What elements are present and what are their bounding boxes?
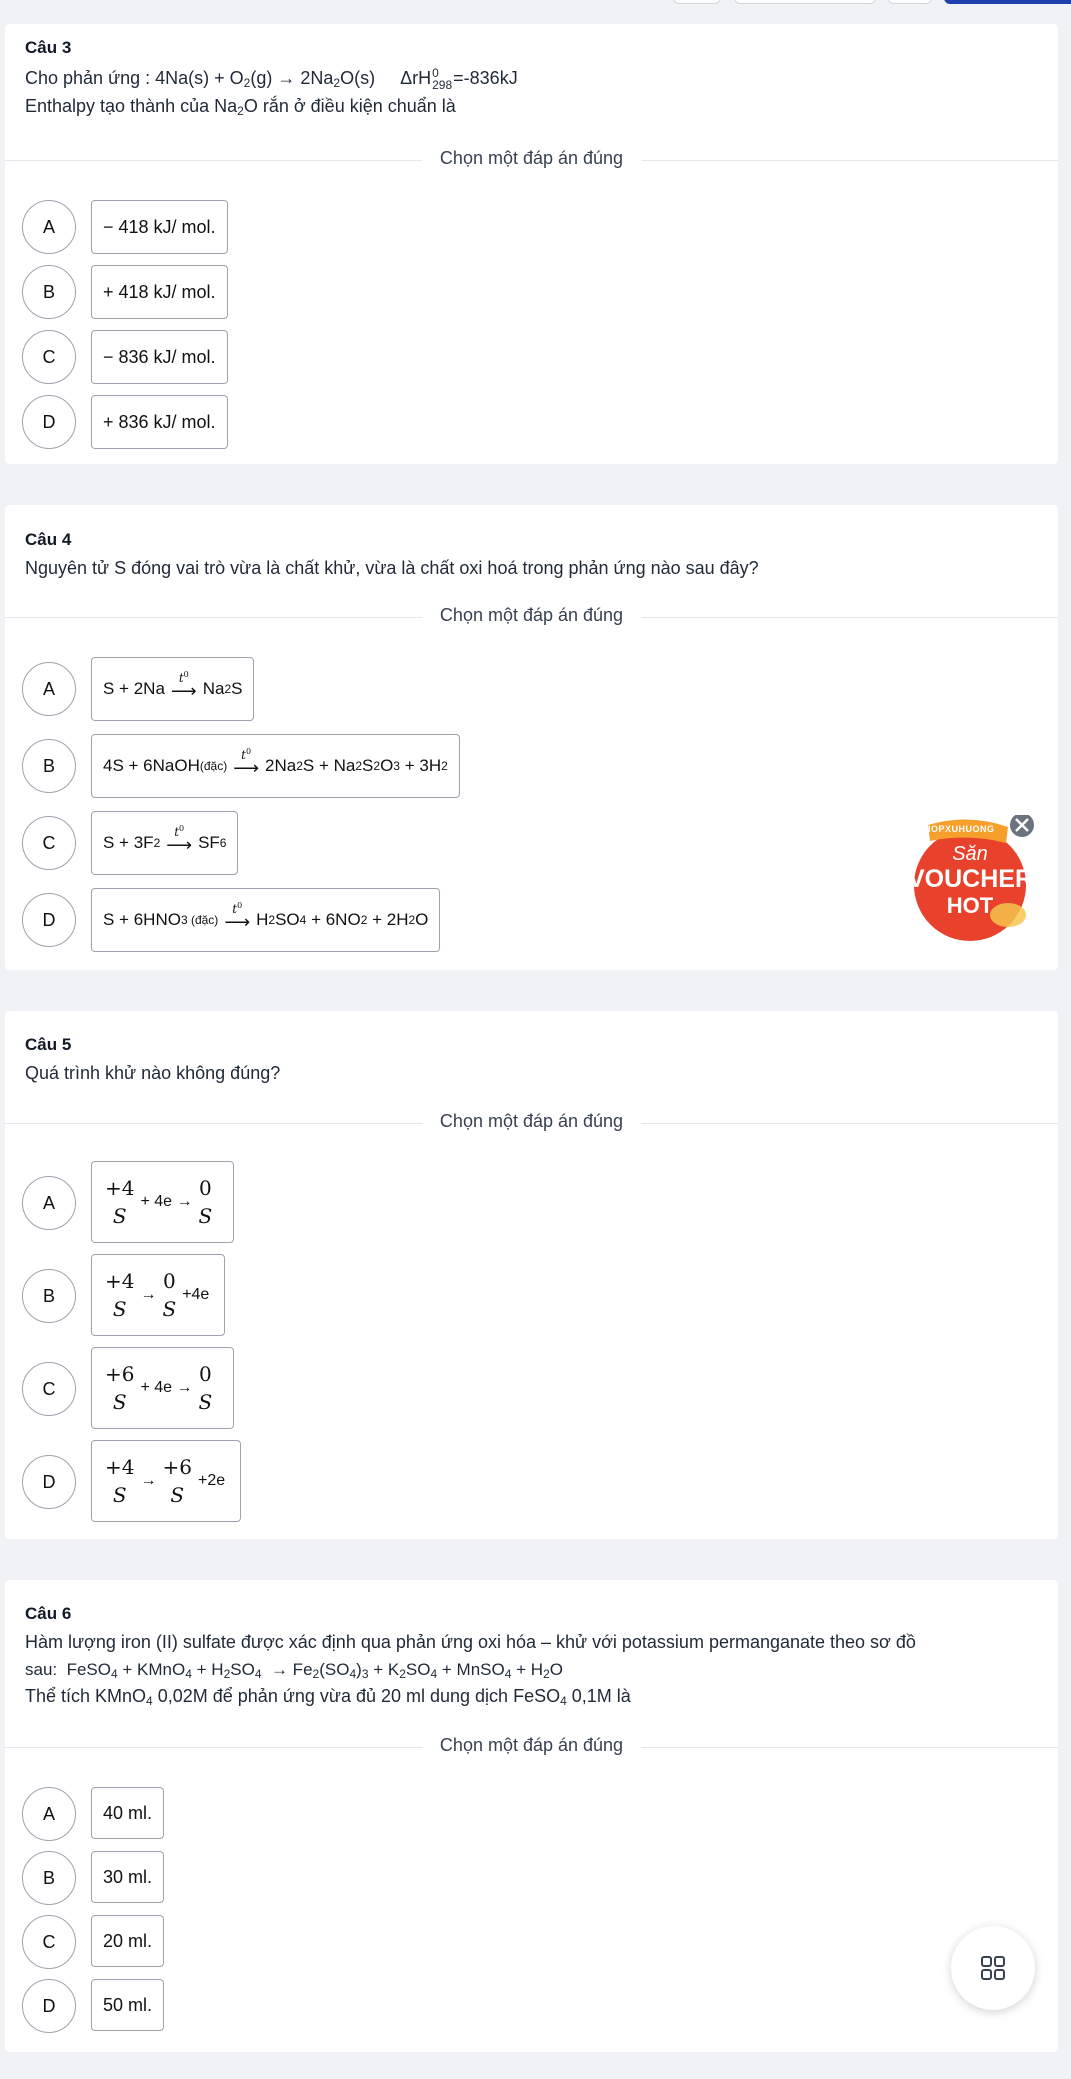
question-card-3: Câu 3 Cho phản ứng : 4Na(s) + O2(g) → 2N… — [5, 24, 1058, 464]
question-text: Nguyên tử S đóng vai trò vừa là chất khử… — [25, 558, 759, 578]
option-box[interactable]: +4 S + 4e → 0S — [91, 1161, 235, 1243]
option-box[interactable]: 50 ml. — [91, 1979, 165, 2031]
option-letter[interactable]: D — [22, 893, 76, 947]
option-letter[interactable]: B — [22, 1269, 76, 1323]
option-letter[interactable]: A — [22, 1176, 76, 1230]
question-card-6: Câu 6 Hàm lượng iron (II) sulfate được x… — [5, 1580, 1058, 2052]
option-box[interactable]: − 836 kJ/ mol. — [91, 330, 228, 384]
question-text: Hàm lượng iron (II) sulfate được xác địn… — [25, 1632, 916, 1652]
nav-primary-button[interactable] — [944, 0, 1071, 4]
option-box[interactable]: +6 S + 4e → 0S — [91, 1347, 235, 1429]
heat-arrow: t0 ⟶ — [233, 746, 260, 778]
option-box[interactable]: +4 S → 0S +4e — [91, 1254, 226, 1336]
question-card-5: Câu 5 Quá trình khử nào không đúng? Chọn… — [5, 1011, 1058, 1539]
question-title: Câu 4 — [25, 530, 72, 549]
option-letter[interactable]: C — [22, 816, 76, 870]
choose-answer-label: Chọn một đáp án đúng — [421, 148, 642, 169]
option-letter[interactable]: A — [22, 200, 76, 254]
voucher-badge[interactable]: #SHOPXUHUONG Săn VOUCHER HOT — [908, 813, 1038, 945]
question-text: Quá trình khử nào không đúng? — [25, 1063, 281, 1083]
question-title: Câu 5 — [25, 1035, 72, 1054]
heat-arrow: t0 ⟶ — [170, 669, 197, 701]
option-box[interactable]: S + 2Na t0 ⟶ Na 2 S — [91, 657, 255, 721]
option-box[interactable]: S + 6HNO 3 (đặc) t0 ⟶ H 2 SO 4 + 6NO 2 + 2H 2 O — [91, 888, 441, 952]
option-letter[interactable]: C — [22, 1915, 76, 1969]
nav-pill[interactable] — [673, 0, 721, 4]
grid-icon — [981, 1956, 1005, 1980]
option-box[interactable]: + 836 kJ/ mol. — [91, 395, 228, 449]
option-letter[interactable]: D — [22, 1979, 76, 2033]
option-letter[interactable]: B — [22, 739, 76, 793]
question-text-3: Thể tích KMnO4 0,02M để phản ứng vừa đủ … — [25, 1686, 631, 1708]
nav-pill[interactable] — [734, 0, 876, 4]
option-letter[interactable]: C — [22, 330, 76, 384]
question-title: Câu 6 — [25, 1604, 72, 1623]
top-bar — [0, 0, 1071, 22]
heat-arrow: t0 ⟶ — [224, 900, 251, 932]
question-card-4: Câu 4 Nguyên tử S đóng vai trò vừa là ch… — [5, 505, 1058, 970]
option-letter[interactable]: B — [22, 1851, 76, 1905]
question-grid-button[interactable] — [951, 1926, 1035, 2010]
choose-answer-label: Chọn một đáp án đúng — [421, 1735, 642, 1756]
option-letter[interactable]: C — [22, 1362, 76, 1416]
voucher-brand: #SHOPXUHUONG — [912, 824, 995, 834]
voucher-line2: VOUCHER — [908, 865, 1034, 893]
option-letter[interactable]: A — [22, 662, 76, 716]
option-box[interactable]: 4S + 6NaOH (đặc) t0 ⟶ 2Na 2 S + Na 2 S 2 O 3 + 3H… — [91, 734, 460, 798]
option-letter[interactable]: B — [22, 265, 76, 319]
voucher-line1: Săn — [952, 843, 988, 865]
option-letter[interactable]: D — [22, 395, 76, 449]
option-letter[interactable]: D — [22, 1455, 76, 1509]
option-letter[interactable]: A — [22, 1787, 76, 1841]
question-title: Câu 3 — [25, 38, 72, 57]
voucher-line3: HOT — [946, 893, 994, 918]
option-box[interactable]: +4 S → +6 S +2e — [91, 1440, 242, 1522]
question-text-2: Enthalpy tạo thành của Na2O rắn ở điều k… — [25, 96, 456, 118]
choose-answer-label: Chọn một đáp án đúng — [421, 605, 642, 626]
heat-arrow: t0 ⟶ — [166, 823, 193, 855]
option-box[interactable]: S + 3F 2 t0 ⟶ SF 6 — [91, 811, 239, 875]
option-box[interactable]: 30 ml. — [91, 1851, 165, 1903]
nav-pill[interactable] — [888, 0, 932, 4]
option-box[interactable]: + 418 kJ/ mol. — [91, 265, 228, 319]
option-box[interactable]: − 418 kJ/ mol. — [91, 200, 228, 254]
option-box[interactable]: 20 ml. — [91, 1915, 165, 1967]
option-box[interactable]: 40 ml. — [91, 1787, 165, 1839]
choose-answer-label: Chọn một đáp án đúng — [421, 1111, 642, 1132]
